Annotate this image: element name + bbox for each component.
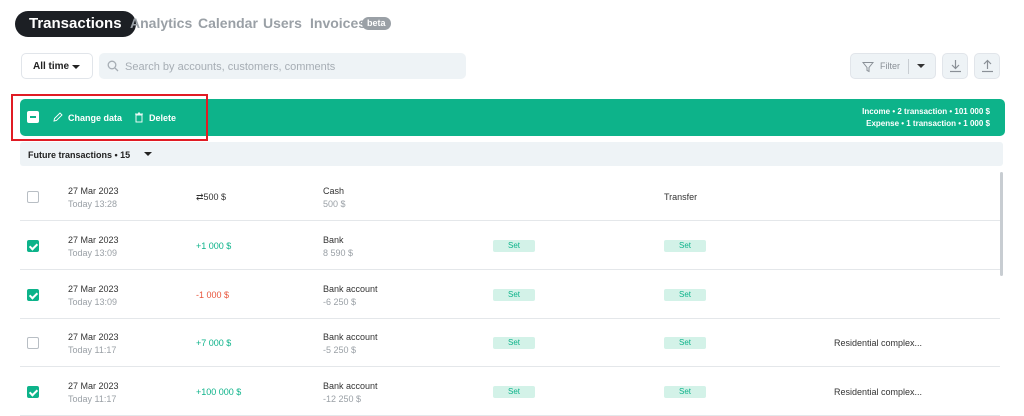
- row-date: 27 Mar 2023: [68, 332, 119, 342]
- row-account: Bank account: [323, 381, 378, 391]
- upload-button[interactable]: [974, 53, 1000, 79]
- group-header[interactable]: Future transactions • 15: [20, 142, 1003, 166]
- row-account: Bank account: [323, 332, 378, 342]
- row-checkbox[interactable]: [27, 191, 39, 203]
- row-account: Cash: [323, 186, 345, 196]
- row-project: Residential complex...: [834, 338, 923, 348]
- row-type: Transfer: [664, 192, 698, 202]
- row-date: 27 Mar 2023: [68, 235, 119, 245]
- row-amount: +7 000 $: [196, 338, 232, 348]
- tab-analytics[interactable]: Analytics: [130, 15, 192, 31]
- upload-icon: [982, 59, 993, 73]
- income-summary: Income • 2 transaction • 101 000 $: [862, 107, 990, 116]
- search-icon: [107, 60, 119, 72]
- row-date: 27 Mar 2023: [68, 381, 119, 391]
- row-balance: -5 250 $: [323, 345, 357, 355]
- row-checkbox[interactable]: [27, 240, 39, 252]
- row-amount: +100 000 $: [196, 387, 242, 397]
- row-checkbox[interactable]: [27, 337, 39, 349]
- tab-invoices[interactable]: Invoices: [310, 15, 366, 31]
- row-date: 27 Mar 2023: [68, 284, 119, 294]
- row-balance: 8 590 $: [323, 248, 354, 258]
- group-label: Future transactions • 15: [28, 150, 131, 160]
- caret-down-icon: [72, 65, 80, 69]
- row-time: Today 11:17: [68, 345, 117, 355]
- row-time: Today 11:17: [68, 394, 117, 404]
- set-button[interactable]: Set: [664, 240, 706, 252]
- filter-button[interactable]: Filter: [850, 53, 936, 79]
- set-button[interactable]: Set: [664, 386, 706, 398]
- row-date: 27 Mar 2023: [68, 186, 119, 196]
- set-button[interactable]: Set: [493, 386, 535, 398]
- row-time: Today 13:28: [68, 199, 118, 209]
- beta-badge: beta: [362, 17, 391, 30]
- table-row[interactable]: [20, 172, 1000, 221]
- row-amount: -1 000 $: [196, 290, 230, 300]
- download-button[interactable]: [942, 53, 968, 79]
- row-balance: -6 250 $: [323, 297, 357, 307]
- row-balance: -12 250 $: [323, 394, 362, 404]
- highlight-box: [11, 94, 208, 141]
- row-account: Bank account: [323, 284, 378, 294]
- row-amount: ⇄500 $: [196, 192, 227, 202]
- filter-divider: [908, 59, 909, 74]
- row-amount: +1 000 $: [196, 241, 232, 251]
- row-time: Today 13:09: [68, 297, 118, 307]
- filter-icon: [862, 62, 874, 73]
- row-balance: 500 $: [323, 199, 346, 209]
- set-button[interactable]: Set: [493, 337, 535, 349]
- row-project: Residential complex...: [834, 387, 923, 397]
- tab-users[interactable]: Users: [263, 15, 302, 31]
- set-button[interactable]: Set: [664, 337, 706, 349]
- set-button[interactable]: Set: [664, 289, 706, 301]
- filter-label: Filter: [880, 61, 900, 71]
- download-icon: [950, 60, 961, 73]
- row-checkbox[interactable]: [27, 289, 39, 301]
- period-dropdown[interactable]: All time: [21, 53, 93, 79]
- search-input[interactable]: [123, 53, 462, 81]
- filter-caret-icon[interactable]: [917, 64, 925, 68]
- expense-summary: Expense • 1 transaction • 1 000 $: [866, 119, 990, 128]
- chevron-down-icon[interactable]: [144, 152, 152, 156]
- set-button[interactable]: Set: [493, 240, 535, 252]
- row-account: Bank: [323, 235, 344, 245]
- scrollbar[interactable]: [1000, 172, 1003, 276]
- tab-transactions[interactable]: Transactions: [15, 11, 136, 37]
- row-checkbox[interactable]: [27, 386, 39, 398]
- set-button[interactable]: Set: [493, 289, 535, 301]
- period-label: All time: [33, 61, 70, 72]
- tab-calendar[interactable]: Calendar: [198, 15, 258, 31]
- row-time: Today 13:09: [68, 248, 118, 258]
- search-box[interactable]: [99, 53, 466, 81]
